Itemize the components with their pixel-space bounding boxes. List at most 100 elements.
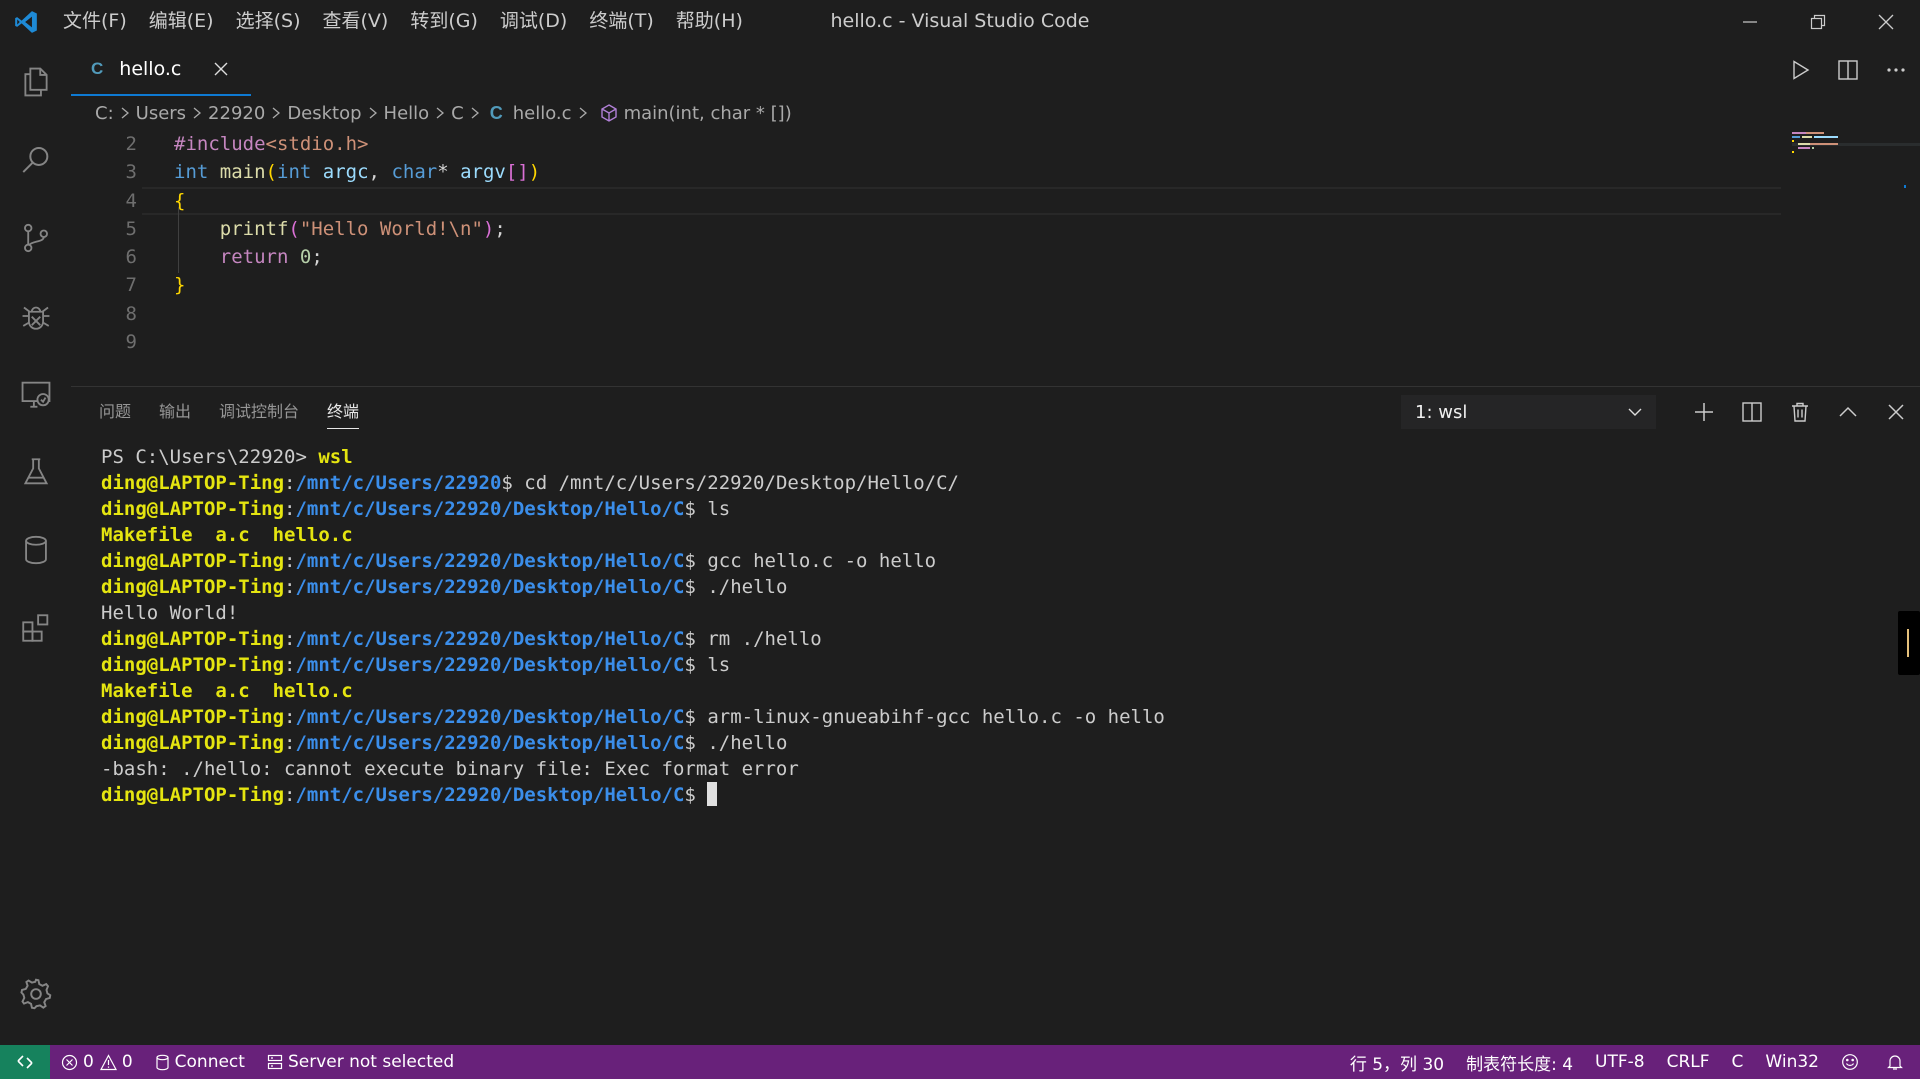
terminal-line: -bash: ./hello: cannot execute binary fi… (101, 756, 1881, 782)
language-mode-status[interactable]: C (1721, 1045, 1755, 1079)
tab-debug-console[interactable]: 调试控制台 (219, 387, 299, 437)
tab-terminal[interactable]: 终端 (327, 387, 360, 437)
terminal-prompt-symbol: $ (684, 628, 708, 650)
split-terminal-button[interactable] (1728, 387, 1776, 437)
problems-status[interactable]: 0 0 (50, 1045, 144, 1079)
testing-button[interactable] (0, 433, 71, 511)
eol-status[interactable]: CRLF (1656, 1045, 1721, 1079)
encoding-status[interactable]: UTF-8 (1584, 1045, 1656, 1079)
terminal-scrollbar[interactable] (1898, 611, 1920, 675)
terminal-path: /mnt/c/Users/22920/Desktop/Hello/C (295, 654, 685, 676)
breadcrumb-symbol[interactable]: main(int, char * []) (624, 103, 792, 124)
maximize-panel-button[interactable] (1824, 387, 1872, 437)
breadcrumb-item[interactable]: Users (136, 103, 186, 124)
terminal-line: ding@LAPTOP-Ting:/mnt/c/Users/22920/Desk… (101, 730, 1881, 756)
terminal-line: Makefile a.c hello.c (101, 522, 1881, 548)
c-file-icon: C (489, 102, 503, 123)
tab-size-status[interactable]: 制表符长度: 4 (1455, 1045, 1584, 1079)
feedback-button[interactable] (1830, 1045, 1875, 1079)
breadcrumb-item[interactable]: Hello (384, 103, 430, 124)
menu-selection[interactable]: 选择(S) (225, 0, 312, 43)
terminal-prompt-symbol: $ (684, 706, 708, 728)
chevron-right-icon (367, 106, 379, 120)
menu-debug[interactable]: 调试(D) (489, 0, 578, 43)
more-actions-button[interactable] (1872, 43, 1920, 96)
line-number: 8 (125, 302, 137, 325)
terminal-output[interactable]: PS C:\Users\22920> wsl ding@LAPTOP-Ting:/… (101, 444, 1881, 808)
tab-output[interactable]: 输出 (159, 387, 191, 437)
editor-actions (1776, 43, 1920, 96)
close-window-button[interactable] (1852, 0, 1920, 43)
remote-explorer-button[interactable] (0, 355, 71, 433)
remote-indicator-button[interactable] (0, 1045, 50, 1079)
settings-gear-icon (19, 978, 51, 1010)
terminal-prompt-symbol: $ (684, 498, 708, 520)
code-text: int main(int argc, char* argv[]) (174, 161, 541, 184)
database-icon (24, 535, 47, 565)
chevron-down-icon (1628, 408, 1642, 416)
ellipsis-icon (1887, 67, 1905, 72)
terminal-line: ding@LAPTOP-Ting:/mnt/c/Users/22920/Desk… (101, 548, 1881, 574)
platform-status[interactable]: Win32 (1754, 1045, 1830, 1079)
connect-label: Connect (174, 1052, 245, 1072)
terminal-command: ls (707, 654, 731, 676)
extensions-button[interactable] (0, 589, 71, 667)
split-editor-button[interactable] (1824, 43, 1872, 96)
menu-view[interactable]: 查看(V) (312, 0, 400, 43)
minimap-preview (1788, 130, 1920, 166)
restore-button[interactable] (1784, 0, 1852, 43)
activity-bar (0, 43, 71, 1045)
explorer-button[interactable] (0, 43, 71, 121)
search-icon (22, 146, 48, 173)
menu-go[interactable]: 转到(G) (399, 0, 489, 43)
code-editor[interactable]: 2 #include<stdio.h> 3 int main(int argc,… (71, 130, 1781, 386)
terminal-command: arm-linux-gnueabihf-gcc hello.c -o hello (707, 706, 1165, 728)
server-icon (267, 1054, 283, 1070)
terminal-path: /mnt/c/Users/22920/Desktop/Hello/C (295, 706, 685, 728)
breadcrumb-item[interactable]: Desktop (287, 103, 361, 124)
terminal-command: ./hello (707, 732, 788, 754)
terminal-prompt: PS C:\Users\22920> (101, 446, 319, 468)
search-button[interactable] (0, 121, 71, 199)
debug-button[interactable] (0, 277, 71, 355)
panel-tab-bar: 问题 输出 调试控制台 终端 (99, 387, 387, 437)
tab-hello-c[interactable]: C hello.c (71, 43, 251, 96)
breadcrumb-item[interactable]: 22920 (208, 103, 265, 124)
breadcrumb-file[interactable]: hello.c (513, 103, 572, 124)
status-bar-right: 行 5，列 30 制表符长度: 4 UTF-8 CRLF C Win32 (1339, 1045, 1920, 1079)
cursor-position-status[interactable]: 行 5，列 30 (1339, 1045, 1455, 1079)
menu-file[interactable]: 文件(F) (52, 0, 138, 43)
server-status[interactable]: Server not selected (256, 1045, 465, 1079)
menu-edit[interactable]: 编辑(E) (138, 0, 225, 43)
menu-help[interactable]: 帮助(H) (665, 0, 754, 43)
kill-terminal-button[interactable] (1776, 387, 1824, 437)
connect-status[interactable]: Connect (144, 1045, 256, 1079)
trash-icon (1792, 402, 1808, 422)
terminal-user-host: ding@LAPTOP-Ting (101, 732, 285, 754)
minimize-button[interactable] (1716, 0, 1784, 43)
tab-close-button[interactable] (211, 59, 231, 79)
debug-icon (22, 306, 49, 330)
code-text: #include<stdio.h> (174, 133, 369, 155)
database-button[interactable] (0, 511, 71, 589)
chevron-right-icon (191, 106, 203, 120)
run-button[interactable] (1776, 43, 1824, 96)
minimap[interactable] (1788, 130, 1920, 386)
close-panel-button[interactable] (1872, 387, 1920, 437)
chevron-up-icon (1839, 406, 1857, 417)
new-terminal-button[interactable] (1680, 387, 1728, 437)
terminal-user-host: ding@LAPTOP-Ting (101, 628, 285, 650)
breadcrumb-item[interactable]: C (451, 103, 464, 124)
terminal-command: gcc hello.c -o hello (707, 550, 937, 572)
notifications-button[interactable] (1875, 1045, 1920, 1079)
tab-problems[interactable]: 问题 (99, 387, 131, 437)
vscode-logo-icon (0, 0, 52, 43)
settings-button[interactable] (0, 955, 71, 1033)
terminal-line: ding@LAPTOP-Ting:/mnt/c/Users/22920/Desk… (101, 652, 1881, 678)
breadcrumb-item[interactable]: C: (95, 103, 114, 124)
code-line: 6 return 0; (71, 243, 1781, 271)
split-terminal-icon (1742, 402, 1762, 422)
source-control-button[interactable] (0, 199, 71, 277)
menu-terminal[interactable]: 终端(T) (578, 0, 664, 43)
terminal-selector-dropdown[interactable]: 1: wsl (1401, 395, 1656, 429)
